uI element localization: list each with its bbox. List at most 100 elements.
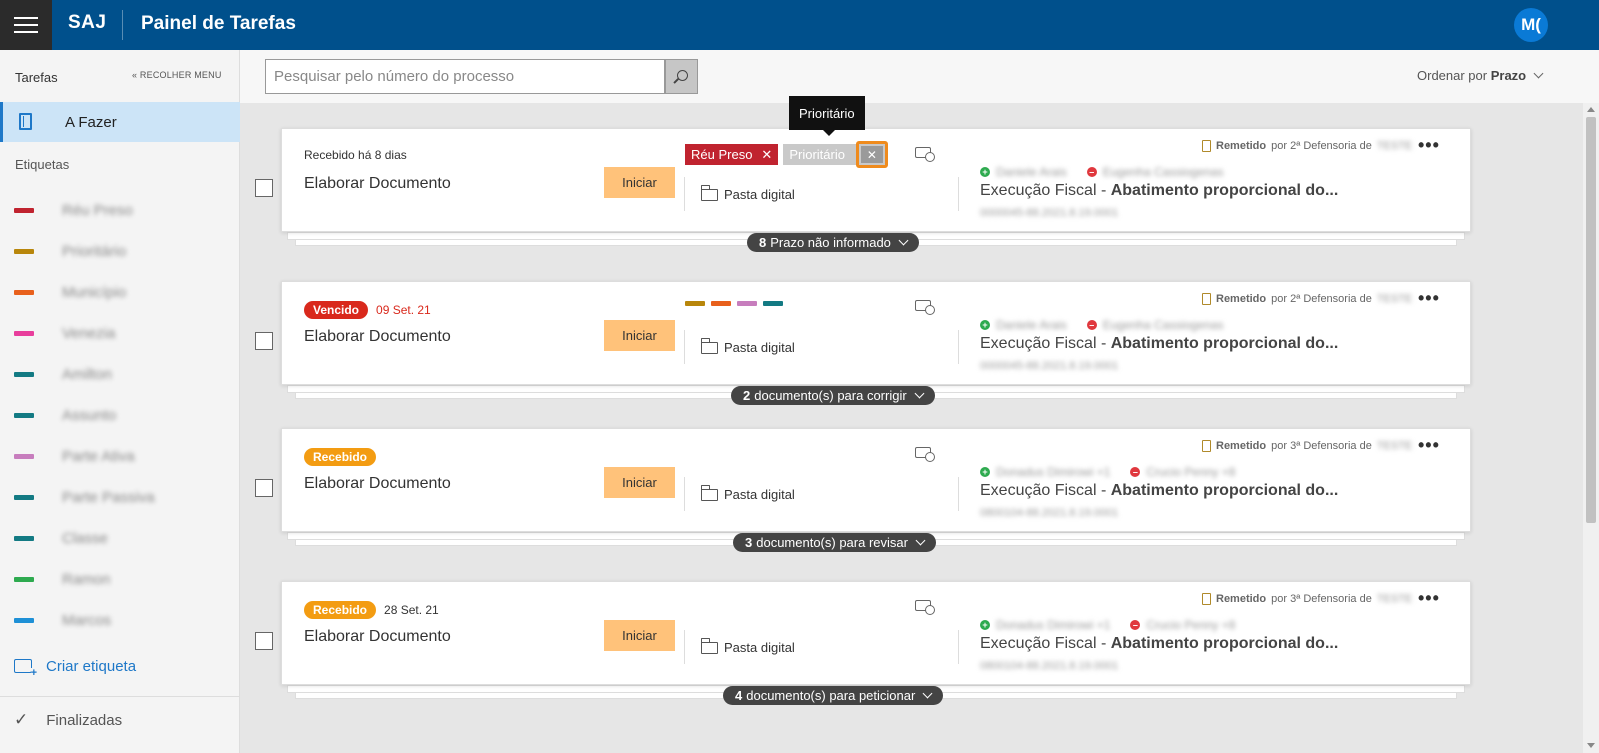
add-tag-icon[interactable] [915,600,935,615]
sidebar-item-label: A Fazer [65,114,117,131]
remetido-origin: TESTE [1376,440,1413,452]
remetido-label: Remetido [1216,293,1267,305]
collapse-menu-label: RECOLHER MENU [139,70,222,80]
scrollbar[interactable] [1583,103,1599,753]
create-tag-button[interactable]: Criar etiqueta [14,656,136,679]
process-title[interactable]: Execução Fiscal - Abatimento proporciona… [980,482,1338,500]
documents-expander[interactable]: 4 documento(s) para peticionar [723,686,944,705]
remove-tag-button[interactable]: ✕ [855,141,888,168]
task-checkbox[interactable] [255,179,273,197]
process-title[interactable]: Execução Fiscal - Abatimento proporciona… [980,335,1338,353]
tag-name: Amilton [62,366,113,383]
digital-folder-link[interactable]: Pasta digital [700,484,795,502]
tag-color-swatch [14,249,34,254]
process-subject: Abatimento proporcional do... [1110,182,1339,199]
passive-party-name: Eugenha Cassiogenas [1102,165,1224,179]
start-button[interactable]: Iniciar [604,620,675,651]
active-party-name: Donadus Dimirowi +1 [996,618,1111,632]
digital-folder-link[interactable]: Pasta digital [700,184,795,202]
user-avatar[interactable]: M( [1514,8,1548,42]
pill-text: documento(s) para peticionar [746,688,916,703]
tag-chip-prioritario[interactable]: Prioritário ✕ [783,141,888,168]
search-input[interactable] [265,59,665,94]
document-icon [1202,440,1211,452]
more-options-icon[interactable]: ••• [1418,288,1440,309]
tag-chip-label: Réu Preso [691,147,753,162]
chevron-down-icon [915,535,926,546]
task-checkbox[interactable] [255,332,273,350]
start-button[interactable]: Iniciar [604,167,675,198]
start-button[interactable]: Iniciar [604,320,675,351]
active-party-name: Daniele Arais [996,165,1067,179]
task-checkbox[interactable] [255,479,273,497]
add-tag-icon[interactable] [915,300,935,315]
more-options-icon[interactable]: ••• [1418,588,1440,609]
process-parties: + Donadus Dimirowi +1 – Crucio Penny +8 [980,618,1235,632]
remetido-label: Remetido [1216,140,1267,152]
sort-dropdown[interactable]: Ordenar por Prazo [1417,68,1544,83]
tag-chip-reu-preso[interactable]: Réu Preso ✕ [685,144,779,165]
task-card-body[interactable]: Vencido 09 Set. 21 Elaborar Documento Inici… [255,281,1471,385]
process-number: 0000045-88.2021.8.19.0001 [980,360,1119,372]
close-icon[interactable]: ✕ [761,147,772,163]
documents-expander[interactable]: 3 documento(s) para revisar [733,533,936,552]
sidebar-tag-item[interactable]: Réu Preso [0,192,240,230]
scrollbar-thumb[interactable] [1586,117,1596,523]
search-button[interactable] [665,59,698,94]
more-options-icon[interactable]: ••• [1418,435,1440,456]
process-title[interactable]: Execução Fiscal - Abatimento proporciona… [980,182,1338,200]
sidebar-item-finalizadas[interactable]: ✓ Finalizadas [14,710,122,730]
sidebar-tag-item[interactable]: Parte Passiva [0,479,240,517]
sidebar-tag-item[interactable]: Assunto [0,397,240,435]
collapse-menu-button[interactable]: « RECOLHER MENU [132,70,222,80]
task-card-body[interactable]: Recebido 28 Set. 21 Elaborar Documento Inic… [255,581,1471,685]
tags-section-label: Etiquetas [15,157,70,172]
task-card-body[interactable]: Recebido há 8 dias Elaborar Documento Inic… [255,128,1471,232]
active-party-name: Donadus Dimirowi +1 [996,465,1111,479]
process-parties: + Daniele Arais – Eugenha Cassiogenas [980,165,1223,179]
due-date: 09 Set. 21 [376,303,431,317]
brand-logo[interactable]: SAJ [68,12,106,34]
add-tag-icon[interactable] [915,447,935,462]
pill-count: 8 [759,235,767,250]
chevron-down-icon [914,388,925,399]
task-title: Elaborar Documento [304,328,451,345]
folder-label: Pasta digital [724,640,795,655]
task-checkbox[interactable] [255,632,273,650]
sidebar-tag-item[interactable]: Venezia [0,315,240,353]
task-card-body[interactable]: Recebido Elaborar Documento Iniciar Pasta d… [255,428,1471,532]
card-divider [684,477,685,511]
folder-label: Pasta digital [724,187,795,202]
digital-folder-link[interactable]: Pasta digital [700,337,795,355]
status-badge: Vencido [304,301,369,319]
process-title[interactable]: Execução Fiscal - Abatimento proporciona… [980,635,1338,653]
tag-chip-label: Prioritário [789,147,845,162]
sidebar-tag-item[interactable]: Marcos [0,602,240,640]
more-options-icon[interactable]: ••• [1418,135,1440,156]
due-date: 28 Set. 21 [384,603,439,617]
card-divider [958,330,959,364]
documents-expander[interactable]: 2 documento(s) para corrigir [731,386,935,405]
card-tag-colors[interactable] [685,301,783,306]
search-icon [677,69,688,81]
sidebar-tag-item[interactable]: Classe [0,520,240,558]
scroll-up-icon[interactable] [1587,107,1595,112]
sidebar-tag-item[interactable]: Ramon [0,561,240,599]
scroll-down-icon[interactable] [1587,743,1595,748]
status-text: Recebido há 8 dias [304,148,407,162]
documents-expander[interactable]: 8 Prazo não informado [747,233,919,252]
active-party-name: Daniele Arais [996,318,1067,332]
start-button[interactable]: Iniciar [604,467,675,498]
sidebar-item-a-fazer[interactable]: A Fazer [0,102,240,142]
hamburger-menu-icon[interactable] [0,0,52,50]
digital-folder-link[interactable]: Pasta digital [700,637,795,655]
sidebar-tag-item[interactable]: Parte Ativa [0,438,240,476]
sidebar-tag-item[interactable]: Município [0,274,240,312]
tag-name: Parte Ativa [62,448,135,465]
sidebar-tag-item[interactable]: Prioritário [0,233,240,271]
process-parties: + Donadus Dimirowi +1 – Crucio Penny +8 [980,465,1235,479]
passive-party-icon: – [1130,620,1141,630]
add-tag-icon[interactable] [915,147,935,162]
sidebar-tag-item[interactable]: Amilton [0,356,240,394]
folder-icon [700,184,718,201]
